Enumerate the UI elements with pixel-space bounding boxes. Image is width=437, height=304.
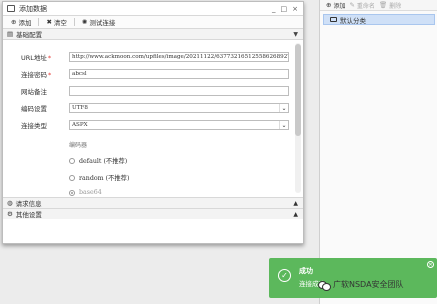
- wechat-icon: [318, 280, 331, 291]
- chevron-down-icon: ⌄: [279, 121, 288, 129]
- encoder-option-default[interactable]: default (不推荐): [69, 156, 127, 165]
- x-icon: ✖: [46, 18, 52, 26]
- password-input[interactable]: abcsl: [69, 69, 289, 79]
- radio-icon: [69, 157, 75, 164]
- password-row: 连接密码* abcsl: [21, 69, 289, 79]
- remark-row: 网站备注: [21, 86, 289, 96]
- radio-icon: [69, 174, 75, 181]
- encoder-label: 编码器: [69, 142, 88, 149]
- section-request-header[interactable]: ◍ 请求信息 ▲: [3, 197, 303, 208]
- window-controls: _ □ ×: [272, 5, 303, 13]
- gears-icon: ⚙: [7, 210, 13, 218]
- close-icon[interactable]: ✕: [427, 261, 434, 268]
- remark-input[interactable]: [69, 86, 289, 96]
- watermark: 广软NSDA安全团队: [318, 279, 404, 291]
- form-icon: ▤: [7, 30, 14, 38]
- required-marker: *: [48, 71, 52, 79]
- dialog-toolbar: ⊕ 添加 ✖ 清空 ✺ 测试连接: [3, 16, 303, 29]
- encoding-row: 编码设置 UTF8 ⌄: [21, 103, 289, 113]
- test-connection-button[interactable]: ✺ 测试连接: [79, 17, 118, 27]
- chevron-up-icon: ▲: [293, 199, 298, 207]
- close-icon[interactable]: ×: [292, 5, 298, 13]
- url-label: URL地址: [21, 54, 47, 62]
- add-data-dialog: 添加数据 _ □ × ⊕ 添加 ✖ 清空 ✺ 测试连接 ▤ 基础配置 ▼ URL…: [2, 1, 304, 244]
- url-input[interactable]: http://www.ackmoon.com/upfiles/image/202…: [69, 52, 289, 62]
- toolbar-divider: [38, 18, 40, 26]
- type-label: 连接类型: [21, 122, 47, 130]
- category-add-button[interactable]: ⊕ 添加: [326, 1, 345, 10]
- required-marker: *: [47, 54, 52, 62]
- minimize-icon[interactable]: _: [272, 5, 276, 13]
- folder-icon: [330, 17, 337, 22]
- dialog-title: 添加数据: [19, 4, 47, 13]
- toast-title: 成功: [299, 267, 313, 275]
- type-row: 连接类型 ASPX ⌄: [21, 120, 289, 130]
- add-button[interactable]: ⊕ 添加: [8, 17, 34, 27]
- section-other-header[interactable]: ⚙ 其他设置 ▲: [3, 208, 303, 219]
- watermark-text: 广软NSDA安全团队: [333, 280, 404, 289]
- toolbar-divider: [73, 18, 75, 26]
- chevron-up-icon: ▲: [293, 210, 298, 218]
- type-select[interactable]: ASPX ⌄: [69, 120, 289, 130]
- edit-icon: ✎: [349, 1, 355, 9]
- section-basic-header[interactable]: ▤ 基础配置 ▼: [3, 29, 303, 40]
- chevron-down-icon: ▼: [293, 30, 298, 38]
- encoding-select[interactable]: UTF8 ⌄: [69, 103, 289, 113]
- clear-button[interactable]: ✖ 清空: [43, 17, 69, 27]
- type-value: ASPX: [72, 122, 88, 128]
- category-item-default[interactable]: 默认分类: [323, 14, 435, 25]
- basic-settings-form: URL地址* http://www.ackmoon.com/upfiles/im…: [3, 40, 303, 197]
- radio-checked-icon: [69, 189, 75, 196]
- window-icon: [7, 5, 15, 12]
- category-toolbar: ⊕ 添加 ✎ 重命名 🗑 删除: [320, 0, 437, 11]
- encoder-option-random[interactable]: random (不推荐): [69, 173, 129, 182]
- encoder-option-base64[interactable]: base64: [69, 189, 102, 196]
- url-row: URL地址* http://www.ackmoon.com/upfiles/im…: [21, 52, 289, 62]
- maximize-icon[interactable]: □: [281, 5, 288, 13]
- add-circle-icon: ⊕: [11, 18, 17, 26]
- success-toast: ✓ 成功 连接成功 ✕: [269, 258, 437, 298]
- category-delete-button[interactable]: 🗑 删除: [379, 1, 401, 10]
- password-label: 连接密码: [21, 71, 47, 79]
- spinner-icon: ✺: [81, 18, 88, 26]
- add-circle-icon: ⊕: [326, 1, 332, 9]
- check-circle-icon: ✓: [278, 269, 291, 282]
- scrollbar-thumb[interactable]: [295, 44, 301, 136]
- dialog-titlebar[interactable]: 添加数据 _ □ ×: [3, 2, 303, 16]
- globe-icon: ◍: [7, 199, 13, 207]
- category-rename-button[interactable]: ✎ 重命名: [349, 1, 374, 10]
- chevron-down-icon: ⌄: [279, 104, 288, 112]
- remark-label: 网站备注: [21, 88, 47, 96]
- encoding-value: UTF8: [72, 105, 88, 111]
- encoding-label: 编码设置: [21, 105, 47, 113]
- trash-icon: 🗑: [378, 1, 388, 9]
